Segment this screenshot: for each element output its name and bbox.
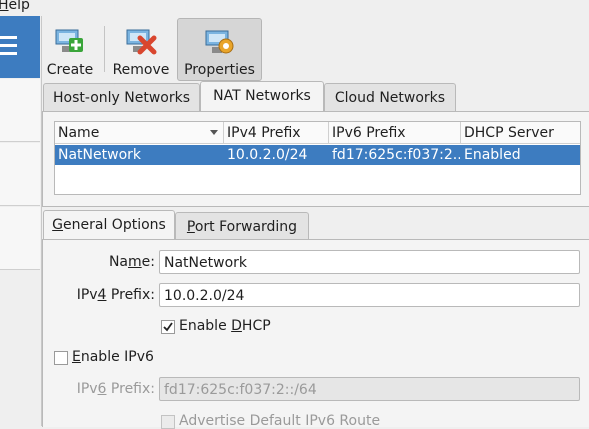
create-label: Create (46, 62, 94, 78)
column-header-ipv4[interactable]: IPv4 Prefix (224, 122, 329, 144)
tab-nat-networks[interactable]: NAT Networks (200, 81, 324, 112)
ipv6-prefix-label: IPv6 Prefix: (76, 381, 155, 397)
tab-cloud-networks[interactable]: Cloud Networks (324, 83, 456, 112)
column-header-name[interactable]: Name (55, 122, 224, 144)
tab-general-options[interactable]: General Options (43, 210, 175, 241)
cell-name: NatNetwork (58, 147, 141, 163)
sort-arrow-icon (210, 130, 218, 135)
tab-port-forwarding[interactable]: Port Forwarding (175, 212, 309, 241)
remove-button[interactable]: Remove (110, 18, 172, 80)
ipv6-prefix-field[interactable]: fd17:625c:f037:2::/64 (159, 377, 580, 401)
column-header-ipv6[interactable]: IPv6 Prefix (329, 122, 461, 144)
tab-host-only-networks[interactable]: Host-only Networks (43, 83, 200, 112)
ipv4-prefix-field[interactable]: 10.0.2.0/24 (159, 283, 580, 307)
sidebar-item[interactable] (0, 207, 40, 270)
enable-ipv6-checkbox[interactable] (54, 351, 68, 365)
menu-icon (0, 36, 17, 39)
create-network-icon (55, 29, 83, 52)
column-header-dhcp[interactable]: DHCP Server (461, 122, 580, 144)
sidebar-menu-button[interactable] (0, 16, 40, 78)
advertise-ipv6-route-label[interactable]: Advertise Default IPv6 Route (179, 413, 380, 429)
cell-dhcp: Enabled (464, 147, 521, 163)
toolbar-separator (104, 26, 105, 72)
sidebar-item[interactable] (0, 143, 40, 206)
cell-ipv4: 10.0.2.0/24 (227, 147, 308, 163)
properties-network-icon (205, 30, 233, 54)
create-button[interactable]: Create (44, 18, 96, 80)
advertise-ipv6-route-checkbox[interactable] (161, 415, 175, 429)
nat-network-table[interactable]: Name IPv4 Prefix IPv6 Prefix DHCP Server… (54, 121, 581, 195)
cell-ipv6: fd17:625c:f037:2... (332, 147, 460, 163)
checkmark-icon (163, 322, 173, 332)
sidebar-item[interactable] (0, 79, 40, 142)
remove-label: Remove (112, 62, 170, 78)
remove-network-icon (126, 29, 157, 55)
table-row[interactable]: NatNetwork 10.0.2.0/24 fd17:625c:f037:2.… (55, 145, 580, 165)
enable-ipv6-label[interactable]: Enable IPv6 (72, 349, 154, 365)
menu-help[interactable]: Help (0, 0, 30, 13)
ipv4-prefix-label: IPv4 Prefix: (76, 287, 155, 303)
tab-port-forwarding-label: Port Forwarding (186, 219, 298, 235)
name-label: Name: (108, 254, 155, 270)
tab-general-options-label: General Options (52, 217, 166, 233)
properties-button[interactable]: Properties (177, 18, 262, 81)
enable-dhcp-checkbox[interactable] (161, 320, 175, 334)
properties-label: Properties (184, 62, 255, 78)
name-field[interactable]: NatNetwork (159, 250, 580, 274)
sidebar (0, 16, 42, 426)
enable-dhcp-label[interactable]: Enable DHCP (179, 318, 271, 334)
menu-bar: Help (0, 0, 589, 16)
